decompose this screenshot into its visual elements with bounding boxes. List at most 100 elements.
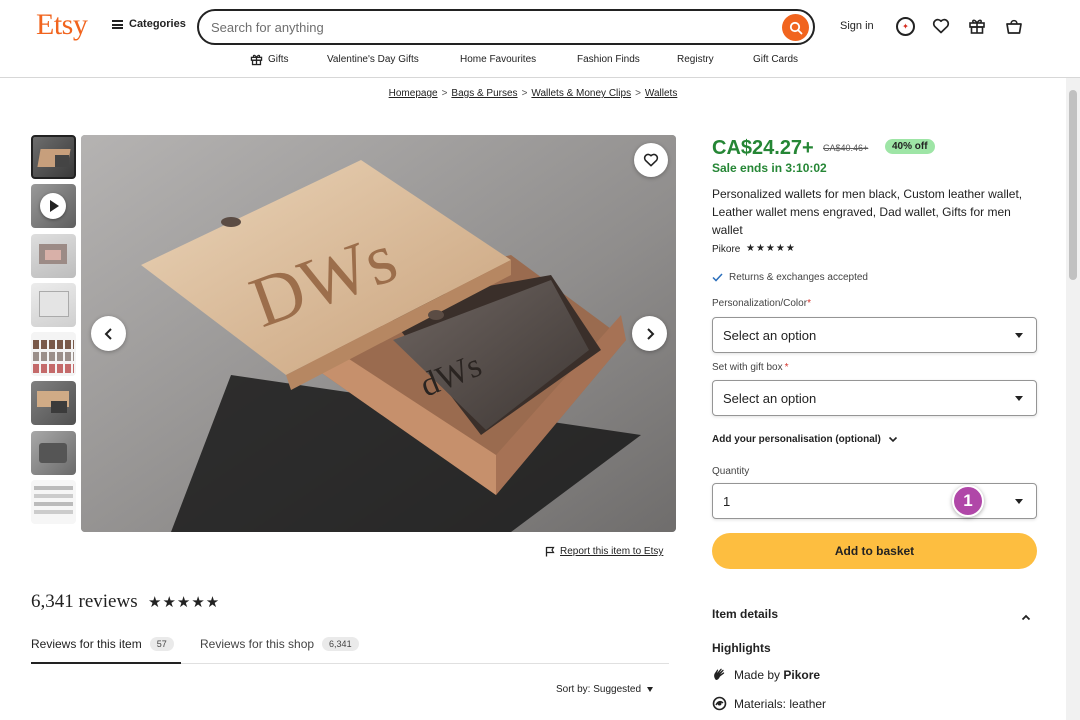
shop-name-link[interactable]: Pikore (712, 244, 740, 255)
previous-image-button[interactable] (91, 316, 126, 351)
active-tab-indicator (31, 662, 181, 664)
thumbnail-1[interactable] (31, 135, 76, 179)
made-by-row: Made by Pikore (712, 667, 820, 682)
highlights-heading: Highlights (712, 641, 771, 655)
checkmark-icon (712, 273, 723, 282)
chevron-right-icon (646, 327, 654, 340)
report-item-link[interactable]: Report this item to Etsy (545, 546, 663, 557)
tab-reviews-shop[interactable]: Reviews for this shop 6,341 (200, 637, 359, 651)
gift-box-label-text: Set with gift box (712, 362, 783, 373)
personalisation-label: Add your personalisation (optional) (712, 434, 881, 445)
search-bar (197, 9, 815, 45)
hand-icon (714, 668, 725, 680)
original-price: CA$40.46+ (823, 143, 869, 153)
thumbnail-7[interactable] (31, 431, 76, 475)
thumbnail-3[interactable] (31, 234, 76, 278)
canada-flag-icon[interactable]: ✦ (896, 17, 915, 36)
basket-icon[interactable] (1004, 16, 1024, 36)
item-details-header[interactable]: Item details (712, 607, 778, 621)
shop-rating-stars: ★★★★★ (746, 243, 796, 254)
reviews-stars: ★★★★★ (148, 594, 221, 611)
add-personalisation-toggle[interactable]: Add your personalisation (optional) (712, 434, 898, 445)
tab-reviews-shop-count: 6,341 (322, 637, 359, 651)
sort-label: Sort by: Suggested (556, 684, 642, 695)
personalization-color-value: Select an option (723, 327, 817, 343)
tab-reviews-item-label: Reviews for this item (31, 637, 142, 651)
breadcrumb-bags[interactable]: Bags & Purses (451, 88, 517, 99)
quantity-label: Quantity (712, 466, 750, 477)
tab-reviews-item-count: 57 (149, 637, 174, 651)
search-input[interactable] (211, 17, 771, 37)
nav-gifts-label: Gifts (268, 54, 289, 65)
chevron-left-icon (104, 327, 112, 340)
personalization-color-label-text: Personalization/Color (712, 298, 808, 309)
nav-valentines[interactable]: Valentine's Day Gifts (327, 54, 419, 65)
play-icon (40, 193, 66, 219)
favorites-heart-icon[interactable] (931, 16, 951, 36)
product-main-image: dWs DWs (81, 135, 676, 532)
materials-row: Materials: leather (712, 696, 826, 711)
gift-icon (250, 54, 263, 66)
thumbnail-5[interactable] (31, 332, 76, 376)
personalization-color-select[interactable]: Select an option (712, 317, 1037, 353)
header-divider (0, 77, 1080, 78)
gift-box-select[interactable]: Select an option (712, 380, 1037, 416)
search-icon (789, 21, 802, 34)
breadcrumb-wallets[interactable]: Wallets (645, 88, 677, 99)
categories-button[interactable]: Categories (112, 18, 186, 30)
etsy-logo[interactable]: Etsy (36, 8, 88, 42)
sort-dropdown[interactable]: Sort by: Suggested (556, 684, 654, 695)
breadcrumb-separator: > (635, 88, 641, 99)
next-image-button[interactable] (632, 316, 667, 351)
reviews-count: 6,341 reviews (31, 591, 138, 612)
chevron-up-icon[interactable] (1021, 608, 1031, 626)
tab-reviews-item[interactable]: Reviews for this item 57 (31, 637, 174, 651)
chevron-down-icon (888, 436, 897, 443)
breadcrumb: Homepage > Bags & Purses > Wallets & Money C… (0, 88, 1066, 99)
nav-gift-cards[interactable]: Gift Cards (753, 54, 798, 65)
wallet-box-photo: dWs DWs (81, 135, 676, 532)
thumbnail-4[interactable] (31, 283, 76, 327)
breadcrumb-wallets-clips[interactable]: Wallets & Money Clips (531, 88, 631, 99)
categories-label: Categories (129, 18, 186, 30)
thumbnail-2-video[interactable] (31, 184, 76, 228)
caret-down-icon (1015, 396, 1023, 401)
report-label: Report this item to Etsy (560, 546, 664, 557)
caret-down-icon (647, 687, 654, 692)
made-by-prefix: Made by (734, 667, 784, 682)
made-by-shop-link[interactable]: Pikore (783, 668, 820, 682)
materials-label: Materials: leather (734, 696, 827, 711)
breadcrumb-separator: > (521, 88, 528, 99)
sale-price: CA$24.27+ (712, 137, 814, 159)
product-title: Personalized wallets for men black, Cust… (712, 187, 1023, 237)
flag-icon (545, 546, 555, 557)
required-mark: * (784, 362, 789, 373)
favorite-item-button[interactable] (634, 143, 668, 177)
step-marker: 1 (952, 485, 984, 517)
materials-icon (712, 696, 727, 711)
add-to-basket-button[interactable]: Add to basket (712, 533, 1037, 569)
sign-in-link[interactable]: Sign in (840, 20, 874, 32)
discount-badge: 40% off (885, 139, 935, 154)
nav-home-favourites[interactable]: Home Favourites (460, 54, 536, 65)
thumbnail-6[interactable] (31, 381, 76, 425)
search-button[interactable] (782, 14, 809, 41)
nav-fashion-finds[interactable]: Fashion Finds (577, 54, 640, 65)
heart-icon (643, 153, 659, 167)
nav-gifts[interactable]: Gifts (250, 53, 289, 66)
required-mark: * (807, 298, 811, 309)
gift-box-value: Select an option (723, 390, 817, 406)
quantity-select[interactable]: 1 (712, 483, 1037, 519)
gift-box-label: Set with gift box * (712, 362, 789, 373)
breadcrumb-homepage[interactable]: Homepage (389, 88, 438, 99)
scrollbar-thumb[interactable] (1069, 90, 1077, 280)
menu-icon (112, 19, 123, 29)
gift-icon[interactable] (967, 16, 987, 36)
nav-registry[interactable]: Registry (677, 54, 714, 65)
quantity-value: 1 (723, 493, 731, 509)
personalization-color-label: Personalization/Color* (712, 298, 811, 309)
sale-countdown: Sale ends in 3:10:02 (712, 161, 827, 175)
returns-label: Returns & exchanges accepted (729, 272, 868, 283)
caret-down-icon (1015, 333, 1023, 338)
thumbnail-8[interactable] (31, 480, 76, 524)
